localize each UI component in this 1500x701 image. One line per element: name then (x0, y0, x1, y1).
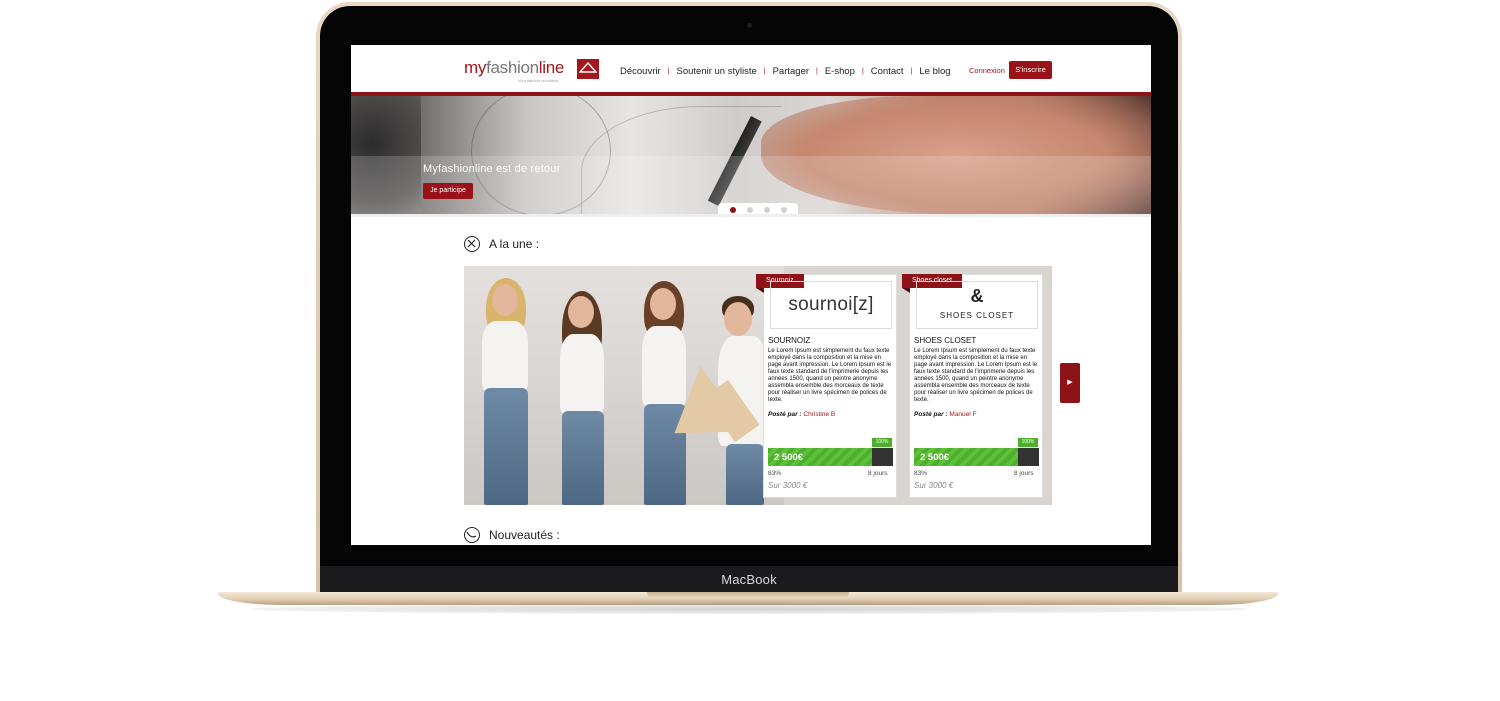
needle-icon (464, 236, 480, 252)
card-author[interactable]: Christine B (803, 411, 835, 418)
card-percent: 83% (768, 470, 782, 477)
card-posted-by: Posté par : Manuel F (914, 411, 977, 418)
slider-dot-2[interactable] (746, 207, 753, 213)
card-goal: Sur 3000 € (768, 481, 808, 490)
nav-separator: | (763, 67, 766, 75)
card-goal: Sur 3000 € (914, 481, 954, 490)
carousel-next-button[interactable]: ▶ (1060, 363, 1080, 403)
featured-title: A la une : (489, 237, 540, 251)
card-description: Le Lorem Ipsum est simplement du faux te… (768, 348, 892, 403)
card-amount: 2 500€ (920, 452, 950, 463)
nav-item-partager[interactable]: Partager (773, 66, 809, 77)
nav-separator: | (667, 67, 670, 75)
logo-word-fashion: fashion (486, 58, 539, 77)
laptop-shadow (250, 604, 1250, 614)
card-posted-label: Posté par : (914, 411, 948, 418)
card-title[interactable]: SOURNOIZ (768, 336, 810, 345)
card-percent: 83% (914, 470, 928, 477)
nav-item-decouvrir[interactable]: Découvrir (620, 66, 661, 77)
laptop-opening-notch (647, 592, 849, 598)
shoe-icon: & (970, 286, 984, 306)
main-nav: Découvrir | Soutenir un styliste | Parta… (620, 64, 951, 78)
laptop-mockup: myfashionline Your fashion revolution Dé… (0, 0, 1500, 701)
person-jeans (726, 444, 764, 505)
nav-item-contact[interactable]: Contact (871, 66, 904, 77)
card-progress-bar: 2 500€ (914, 448, 1039, 466)
banner-title: Myfashionline est de retour (423, 163, 561, 175)
card-logo: sournoi[z] (770, 281, 892, 329)
card-logo-text: SHOES CLOSET (939, 311, 1015, 320)
person-head (724, 302, 752, 336)
person-head (492, 284, 518, 316)
project-card[interactable]: Shoes closet & SHOES CLOSET SHOES CLOSET… (902, 274, 1043, 498)
thread-icon (464, 527, 480, 543)
hero-banner: Myfashionline est de retour Je participe (351, 96, 1151, 214)
featured-block: Sournoiz sournoi[z] SOURNOIZ Le Lorem Ip… (464, 266, 1052, 505)
person-head (568, 296, 594, 328)
card-posted-label: Posté par : (768, 411, 802, 418)
nav-separator: | (861, 67, 864, 75)
card-amount: 2 500€ (774, 452, 804, 463)
signup-button[interactable]: S'inscrire (1009, 61, 1052, 79)
slider-dot-4[interactable] (780, 207, 787, 213)
card-days-left: 8 jours (1014, 470, 1034, 477)
nav-separator: | (816, 67, 818, 75)
featured-heading: A la une : (464, 236, 539, 252)
site-header: myfashionline Your fashion revolution Dé… (351, 45, 1151, 93)
card-posted-by: Posté par : Christine B (768, 411, 835, 418)
card-days-left: 8 jours (868, 470, 888, 477)
laptop-screen: myfashionline Your fashion revolution Dé… (351, 45, 1151, 545)
hanger-icon (577, 59, 599, 79)
person-shirt (560, 334, 604, 414)
person-shirt (482, 321, 528, 391)
nav-item-eshop[interactable]: E-shop (825, 66, 855, 77)
nav-item-soutenir[interactable]: Soutenir un styliste (676, 66, 756, 77)
card-funded-badge: 100% (1018, 438, 1038, 447)
card-logo: & SHOES CLOSET (916, 281, 1038, 329)
laptop-brand-label: MacBook (721, 572, 777, 587)
login-link[interactable]: Connexion (969, 66, 1005, 75)
slider-dot-3[interactable] (763, 207, 770, 213)
nav-separator: | (910, 67, 913, 75)
card-title[interactable]: SHOES CLOSET (914, 336, 976, 345)
slider-dot-1[interactable] (729, 207, 736, 213)
banner-bottom-border (351, 214, 1151, 217)
site-logo[interactable]: myfashionline Your fashion revolution (464, 58, 599, 83)
person-jeans (484, 388, 528, 505)
shoes-closet-logo: & SHOES CLOSET (940, 287, 1014, 323)
logo-word-line: line (538, 58, 565, 77)
card-author[interactable]: Manuel F (949, 411, 976, 418)
card-logo-text: sournoi[z] (788, 294, 874, 315)
logo-word-my: my (464, 58, 487, 77)
project-card[interactable]: Sournoiz sournoi[z] SOURNOIZ Le Lorem Ip… (756, 274, 897, 498)
new-title: Nouveautés : (489, 528, 560, 542)
featured-photo (464, 266, 784, 505)
person-head (650, 288, 676, 320)
nav-item-blog[interactable]: Le blog (919, 66, 950, 77)
participate-button[interactable]: Je participe (423, 183, 473, 199)
person-jeans (562, 411, 604, 505)
card-description: Le Lorem Ipsum est simplement du faux te… (914, 348, 1038, 403)
card-funded-badge: 100% (872, 438, 892, 447)
camera-icon (747, 23, 752, 28)
new-heading: Nouveautés : (464, 527, 560, 543)
logo-tagline: Your fashion revolution (518, 78, 559, 83)
card-progress-bar: 2 500€ (768, 448, 893, 466)
